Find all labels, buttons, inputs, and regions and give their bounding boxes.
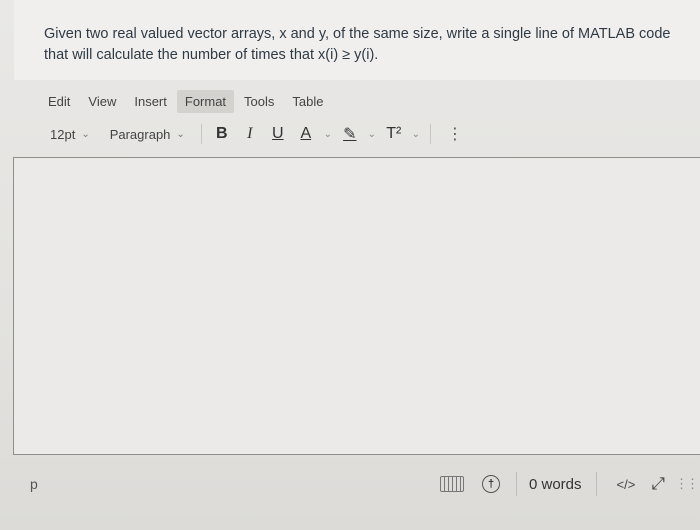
chevron-down-icon[interactable]: ⌄ bbox=[320, 129, 336, 140]
underline-button[interactable]: U bbox=[264, 125, 292, 143]
resize-grip-icon[interactable]: ⋮⋮ bbox=[675, 476, 699, 492]
statusbar-divider bbox=[516, 472, 517, 496]
menu-tools[interactable]: Tools bbox=[236, 90, 282, 113]
rich-text-editor-area[interactable] bbox=[13, 157, 700, 455]
editor-menubar: Edit View Insert Format Tools Table bbox=[40, 88, 333, 114]
editor-statusbar: p † 0 words </> ⤢ ⋮⋮ bbox=[0, 462, 700, 502]
html-editor-toggle[interactable]: </> bbox=[617, 477, 636, 492]
bold-button[interactable]: B bbox=[208, 125, 236, 143]
menu-edit[interactable]: Edit bbox=[40, 90, 78, 113]
font-size-value: 12pt bbox=[50, 126, 76, 142]
toolbar-divider bbox=[200, 124, 202, 144]
italic-button[interactable]: I bbox=[236, 125, 264, 143]
editor-toolbar: 12pt ⌄ Paragraph ⌄ B I U A ⌄ ✎ ⌄ T² ⌄ ⋮ bbox=[40, 120, 473, 148]
statusbar-tools: † 0 words </> ⤢ ⋮⋮ bbox=[440, 472, 699, 496]
more-options-button[interactable]: ⋮ bbox=[437, 124, 473, 144]
menu-table[interactable]: Table bbox=[284, 90, 331, 113]
chevron-down-icon: ⌄ bbox=[81, 128, 90, 140]
superscript-button[interactable]: T² bbox=[380, 125, 408, 143]
highlight-color-button[interactable]: ✎ bbox=[336, 124, 364, 144]
expand-icon[interactable]: ⤢ bbox=[651, 474, 665, 494]
block-format-select[interactable]: Paragraph ⌄ bbox=[100, 127, 195, 142]
chevron-down-icon: ⌄ bbox=[176, 128, 185, 140]
menu-view[interactable]: View bbox=[80, 90, 124, 113]
keyboard-icon[interactable] bbox=[440, 476, 464, 492]
question-text: Given two real valued vector arrays, x a… bbox=[44, 26, 671, 63]
page: Given two real valued vector arrays, x a… bbox=[0, 0, 700, 530]
menu-format[interactable]: Format bbox=[176, 89, 235, 113]
element-path[interactable]: p bbox=[30, 476, 38, 492]
text-color-button[interactable]: A bbox=[292, 125, 320, 143]
word-count[interactable]: 0 words bbox=[529, 476, 582, 493]
font-size-select[interactable]: 12pt ⌄ bbox=[40, 127, 100, 142]
statusbar-divider bbox=[595, 472, 597, 496]
menu-insert[interactable]: Insert bbox=[126, 90, 175, 113]
chevron-down-icon[interactable]: ⌄ bbox=[408, 129, 424, 140]
accessibility-icon[interactable]: † bbox=[482, 475, 500, 493]
toolbar-divider bbox=[429, 124, 431, 144]
block-format-value: Paragraph bbox=[109, 126, 171, 142]
chevron-down-icon[interactable]: ⌄ bbox=[364, 129, 380, 140]
